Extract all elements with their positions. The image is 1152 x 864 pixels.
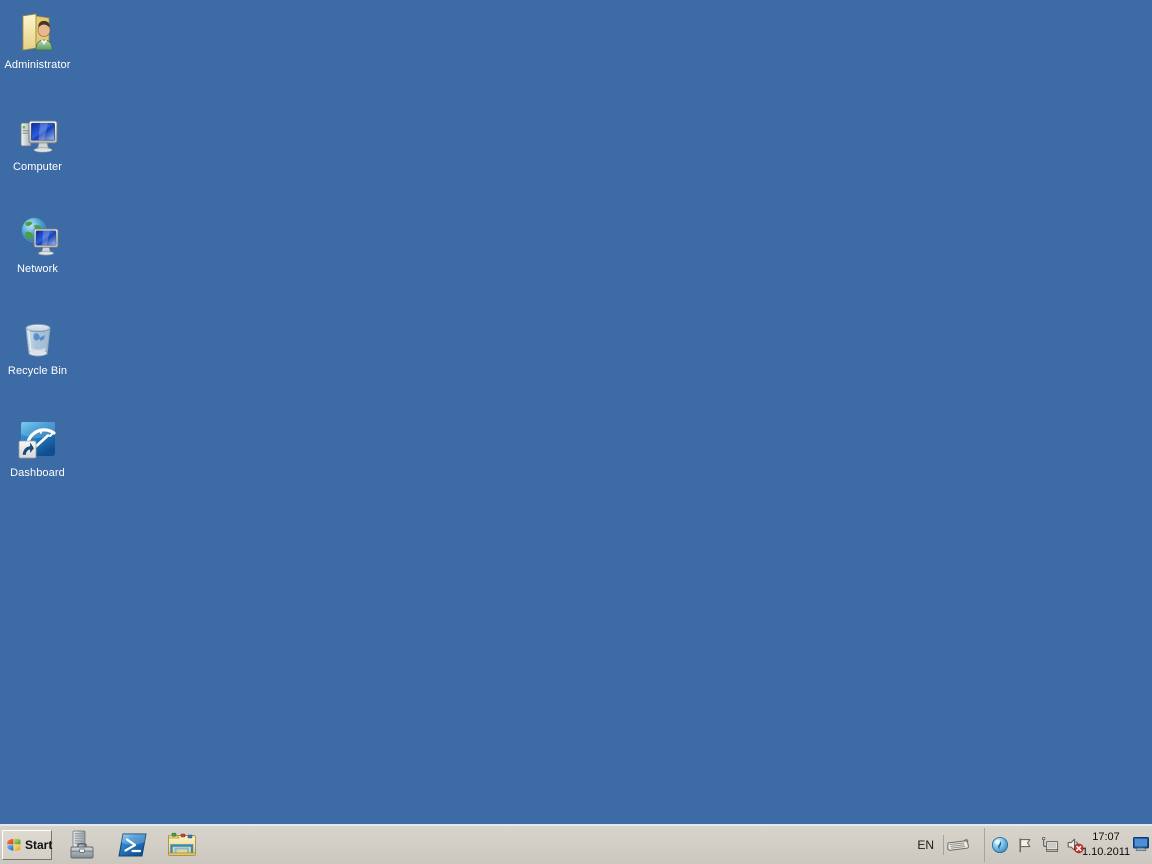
taskbar-clock[interactable]: 17:07 1.10.2011 [1082,830,1130,860]
flag-icon[interactable] [1016,836,1034,854]
taskbar-item-server-manager[interactable] [66,829,98,861]
show-desktop-button[interactable] [1132,836,1150,852]
desktop-icon-label: Dashboard [10,467,65,479]
desktop-icon-label: Recycle Bin [7,365,68,377]
desktop-icon-computer[interactable]: Computer [0,110,75,174]
quick-launch-bar [66,829,198,861]
desktop-background[interactable]: Administrator Computer Network Recycle B… [0,0,1152,864]
desktop-icon-recycle-bin[interactable]: Recycle Bin [0,314,75,378]
desktop-icon-label: Network [16,263,59,275]
desktop-icon-network[interactable]: Network [0,212,75,276]
dashboard-icon [14,416,62,464]
taskbar-item-windows-explorer[interactable] [166,829,198,861]
start-button[interactable]: Start [2,830,52,860]
notification-area [984,828,1084,862]
server-manager-icon [66,829,98,861]
action-center-icon[interactable] [991,836,1009,854]
taskbar-item-powershell[interactable] [116,829,148,861]
desktop-icon-label: Administrator [4,59,71,71]
network-monitor-icon[interactable] [1041,836,1059,854]
start-button-label: Start [25,838,53,852]
computer-icon [14,110,62,158]
language-bar-divider [943,835,944,855]
powershell-icon [116,829,148,861]
desktop-icon-dashboard[interactable]: Dashboard [0,416,75,480]
windows-logo-icon [5,836,23,854]
clock-date: 1.10.2011 [1082,846,1131,858]
user-folder-icon [14,8,62,56]
desktop-icon-administrator[interactable]: Administrator [0,8,75,72]
clock-time: 17:07 [1092,831,1120,843]
show-desktop-icon [1132,836,1150,852]
desktop-icon-label: Computer [12,161,63,173]
taskbar[interactable]: Start EN 17:07 1.10.2011 [0,822,1152,864]
explorer-folder-icon [166,829,198,861]
language-indicator[interactable]: EN [910,838,941,852]
network-icon [14,212,62,260]
language-bar[interactable]: EN [910,832,970,858]
keyboard-icon[interactable] [946,834,970,856]
recycle-bin-icon [14,314,62,362]
